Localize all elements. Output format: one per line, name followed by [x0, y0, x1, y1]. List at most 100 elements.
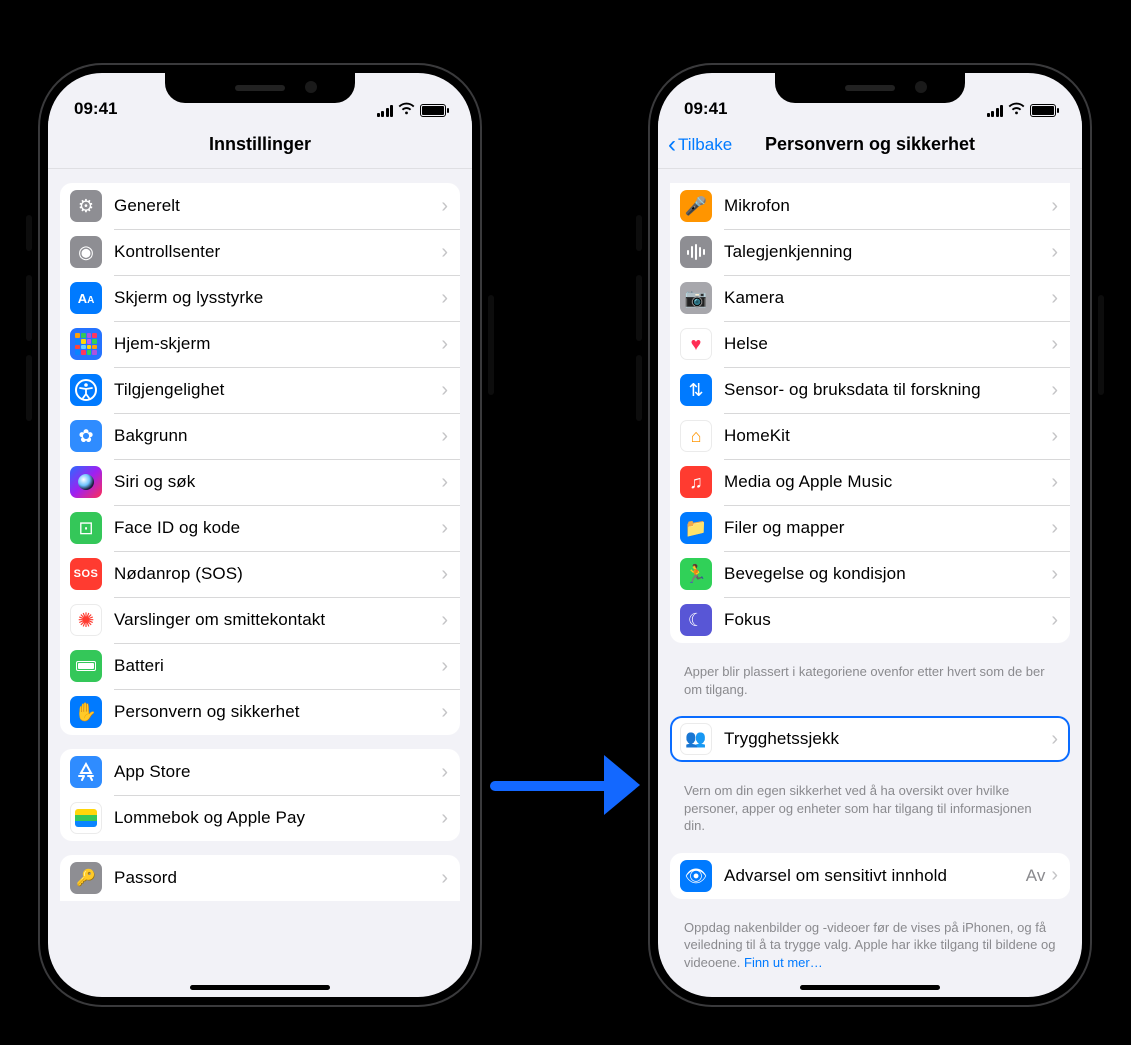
row-label: Bakgrunn: [114, 426, 441, 446]
row-label: Tilgjengelighet: [114, 380, 441, 400]
settings-row[interactable]: AA Skjerm og lysstyrke›: [60, 275, 460, 321]
footer-text: Oppdag nakenbilder og -videoer før de vi…: [684, 920, 1055, 970]
signal-icon: [987, 105, 1004, 117]
chevron-right-icon: ›: [441, 471, 448, 494]
settings-row[interactable]: ⚙︎Generelt›: [60, 183, 460, 229]
music-icon: ♫: [680, 466, 712, 498]
page-title: Innstillinger: [209, 134, 311, 155]
chevron-right-icon: ›: [1051, 563, 1058, 586]
wifi-icon: [398, 102, 415, 119]
settings-row[interactable]: ⌂ HomeKit›: [670, 413, 1070, 459]
row-label: Talegjenkjenning: [724, 242, 1051, 262]
settings-row[interactable]: Batteri›: [60, 643, 460, 689]
battery-icon: [1030, 104, 1056, 117]
chevron-right-icon: ›: [441, 655, 448, 678]
row-label: Nødanrop (SOS): [114, 564, 441, 584]
home-icon: ⌂: [680, 420, 712, 452]
settings-row[interactable]: 👥Trygghetssjekk›: [670, 716, 1070, 762]
settings-group: 👁Advarsel om sensitivt innholdAv›: [670, 853, 1070, 899]
wifi-icon: [1008, 102, 1025, 119]
nav-bar: Innstillinger: [48, 121, 472, 169]
chevron-right-icon: ›: [441, 867, 448, 890]
row-label: Fokus: [724, 610, 1051, 630]
settings-row[interactable]: Lommebok og Apple Pay›: [60, 795, 460, 841]
row-label: Face ID og kode: [114, 518, 441, 538]
settings-row[interactable]: 📁Filer og mapper›: [670, 505, 1070, 551]
accessibility-icon: [70, 374, 102, 406]
faceid-icon: ⊡: [70, 512, 102, 544]
chevron-right-icon: ›: [441, 195, 448, 218]
row-label: Sensor- og bruksdata til forskning: [724, 380, 1051, 400]
settings-row[interactable]: ⇅Sensor- og bruksdata til forskning›: [670, 367, 1070, 413]
settings-row[interactable]: ✺Varslinger om smittekontakt›: [60, 597, 460, 643]
hand-icon: ✋: [70, 696, 102, 728]
home-indicator: [800, 985, 940, 990]
row-label: Kamera: [724, 288, 1051, 308]
wallet-icon: [70, 802, 102, 834]
footer-text: Apper blir plassert i kategoriene ovenfo…: [684, 664, 1045, 697]
chevron-right-icon: ›: [1051, 333, 1058, 356]
chevron-right-icon: ›: [1051, 864, 1058, 887]
battery-icon: [420, 104, 446, 117]
footer-text: Vern om din egen sikkerhet ved å ha over…: [684, 783, 1032, 833]
chevron-right-icon: ›: [441, 287, 448, 310]
chevron-right-icon: ›: [441, 379, 448, 402]
person-check-icon: 👥: [680, 723, 712, 755]
settings-row[interactable]: ♫Media og Apple Music›: [670, 459, 1070, 505]
settings-row[interactable]: 📷Kamera›: [670, 275, 1070, 321]
settings-row[interactable]: ⊡ Face ID og kode›: [60, 505, 460, 551]
signal-icon: [377, 105, 394, 117]
row-label: Hjem-skjerm: [114, 334, 441, 354]
row-label: HomeKit: [724, 426, 1051, 446]
settings-group: ⚙︎Generelt›◉Kontrollsenter› AA Skjerm og l…: [60, 183, 460, 735]
settings-row[interactable]: SOSNødanrop (SOS)›: [60, 551, 460, 597]
home-indicator: [190, 985, 330, 990]
chevron-right-icon: ›: [1051, 379, 1058, 402]
back-button[interactable]: ‹ Tilbake: [668, 121, 732, 168]
row-label: Trygghetssjekk: [724, 729, 1051, 749]
row-label: Personvern og sikkerhet: [114, 702, 441, 722]
footer-link[interactable]: Finn ut mer…: [744, 955, 823, 970]
settings-row[interactable]: Hjem-skjerm›: [60, 321, 460, 367]
row-label: Siri og søk: [114, 472, 441, 492]
status-time: 09:41: [74, 99, 117, 119]
settings-row[interactable]: 🏃Bevegelse og kondisjon›: [670, 551, 1070, 597]
siri-icon: [70, 466, 102, 498]
row-label: Helse: [724, 334, 1051, 354]
row-label: Varslinger om smittekontakt: [114, 610, 441, 630]
settings-row[interactable]: Tilgjengelighet›: [60, 367, 460, 413]
chevron-right-icon: ›: [1051, 425, 1058, 448]
settings-row[interactable]: Talegjenkjenning›: [670, 229, 1070, 275]
status-icons: [987, 102, 1057, 119]
settings-row[interactable]: Siri og søk›: [60, 459, 460, 505]
settings-row[interactable]: App Store›: [60, 749, 460, 795]
settings-row[interactable]: ✋Personvern og sikkerhet›: [60, 689, 460, 735]
runner-icon: 🏃: [680, 558, 712, 590]
text-size-icon: AA: [70, 282, 102, 314]
settings-row[interactable]: 🎤Mikrofon›: [670, 183, 1070, 229]
settings-row[interactable]: ✿Bakgrunn›: [60, 413, 460, 459]
section-footer: Apper blir plassert i kategoriene ovenfo…: [670, 657, 1070, 702]
chevron-right-icon: ›: [441, 517, 448, 540]
nav-bar: ‹ Tilbake Personvern og sikkerhet: [658, 121, 1082, 169]
settings-row[interactable]: 🔑Passord›: [60, 855, 460, 901]
section-footer: Oppdag nakenbilder og -videoer før de vi…: [670, 913, 1070, 976]
gear-icon: ⚙︎: [70, 190, 102, 222]
apps-grid-icon: [70, 328, 102, 360]
row-label: Mikrofon: [724, 196, 1051, 216]
exposure-icon: ✺: [70, 604, 102, 636]
row-label: Filer og mapper: [724, 518, 1051, 538]
chevron-right-icon: ›: [1051, 241, 1058, 264]
settings-row[interactable]: ◉Kontrollsenter›: [60, 229, 460, 275]
flower-icon: ✿: [70, 420, 102, 452]
camera-icon: 📷: [680, 282, 712, 314]
settings-row[interactable]: 👁Advarsel om sensitivt innholdAv›: [670, 853, 1070, 899]
settings-row[interactable]: ☾Fokus›: [670, 597, 1070, 643]
chevron-right-icon: ›: [1051, 471, 1058, 494]
key-icon: 🔑: [70, 862, 102, 894]
settings-row[interactable]: ♥Helse›: [670, 321, 1070, 367]
chevron-right-icon: ›: [441, 333, 448, 356]
row-label: Skjerm og lysstyrke: [114, 288, 441, 308]
chevron-right-icon: ›: [441, 241, 448, 264]
phone-left: 09:41 Innstillinger ⚙︎Generelt›◉Kontroll…: [30, 55, 490, 1015]
